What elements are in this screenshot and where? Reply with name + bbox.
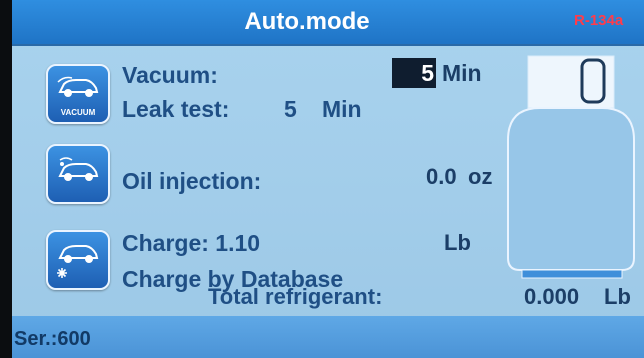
- total-refrigerant-label: Total refrigerant:: [208, 284, 383, 309]
- car-charge-icon: [57, 245, 99, 278]
- car-vacuum-icon: [57, 76, 99, 97]
- total-refrigerant-value: 0.000: [524, 284, 580, 309]
- oil-injection-value: 0.0: [426, 164, 457, 189]
- status-bar: Ser.:600: [12, 316, 644, 358]
- leak-test-label: Leak test:: [122, 96, 230, 122]
- oil-injection-label: Oil injection:: [122, 168, 262, 194]
- vacuum-unit: Min: [442, 60, 482, 86]
- total-refrigerant-unit: Lb: [604, 284, 631, 309]
- vacuum-label: Vacuum:: [122, 62, 218, 88]
- page-title: Auto.mode: [244, 8, 370, 35]
- leak-test-value: 5: [284, 96, 297, 122]
- oil-injection-unit: oz: [468, 164, 493, 189]
- machine-screen: Auto.mode R-134a VACUUM Vacuum: 5 Min Le…: [12, 0, 644, 358]
- leak-test-unit: Min: [322, 96, 362, 122]
- vacuum-button-label: VACUUM: [60, 108, 96, 117]
- oil-injection-button[interactable]: [46, 144, 110, 204]
- charge-button[interactable]: [46, 230, 110, 290]
- vacuum-time-field[interactable]: 5: [392, 58, 436, 88]
- charge-label: Charge: 1.10: [122, 230, 261, 256]
- refrigerant-type: R-134a: [574, 12, 624, 29]
- charge-unit: Lb: [444, 230, 471, 255]
- car-oil-icon: [58, 157, 99, 181]
- tank-icon: [507, 55, 635, 279]
- title-bar: Auto.mode R-134a: [12, 0, 644, 46]
- vacuum-button[interactable]: VACUUM: [46, 64, 110, 124]
- serial-number: Ser.:600: [14, 328, 91, 350]
